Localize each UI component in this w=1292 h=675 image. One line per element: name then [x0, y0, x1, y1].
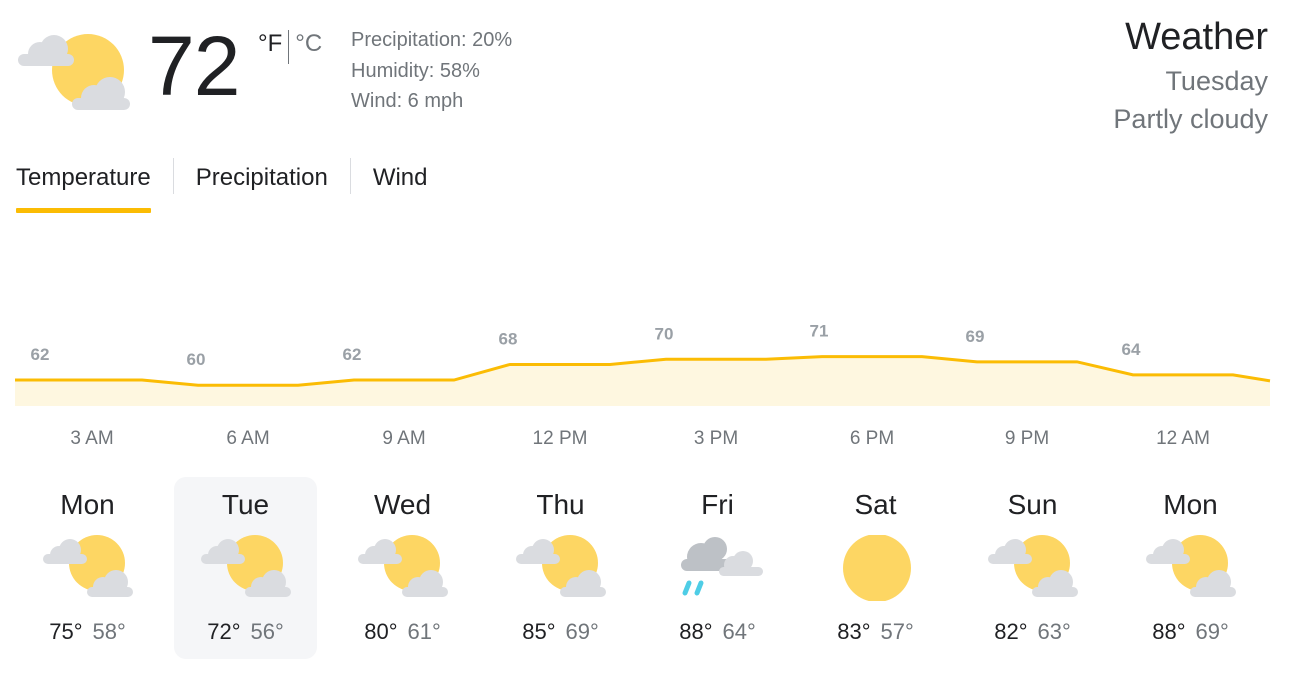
low-temperature: 56°: [250, 619, 284, 644]
tab-wind[interactable]: Wind: [373, 156, 428, 200]
day-card-mon[interactable]: Mon 88° 69°: [1119, 477, 1262, 659]
low-temperature: 63°: [1037, 619, 1071, 644]
chart-value-label: 62: [31, 345, 50, 364]
hour-label: 12 PM: [532, 428, 588, 449]
day-temperatures: 88° 64°: [646, 617, 789, 647]
temperature-chart: 62 60 62 68 70 71 69 64: [15, 322, 1271, 406]
day-temperatures: 75° 58°: [16, 617, 159, 647]
rain-icon: [673, 535, 763, 601]
chart-value-label: 64: [1122, 340, 1141, 359]
low-temperature: 61°: [407, 619, 441, 644]
chart-value-label: 62: [343, 345, 362, 364]
chart-value-label: 60: [187, 350, 206, 369]
day-card-sun[interactable]: Sun 82° 63°: [961, 477, 1104, 659]
chart-value-label: 70: [655, 324, 674, 343]
low-temperature: 69°: [1195, 619, 1229, 644]
high-temperature: 88°: [679, 619, 713, 644]
partly-cloudy-icon: [43, 535, 133, 601]
day-temperatures: 82° 63°: [961, 617, 1104, 647]
day-temperatures: 85° 69°: [489, 617, 632, 647]
current-temperature: 72: [148, 19, 240, 113]
day-name: Thu: [536, 489, 585, 520]
hour-label: 3 PM: [693, 428, 739, 449]
hour-label: 12 AM: [1156, 428, 1210, 449]
widget-title: Weather: [1125, 16, 1268, 58]
day-temperatures: 72° 56°: [174, 617, 317, 647]
chart-tabs: Temperature Precipitation Wind: [16, 156, 428, 214]
chart-value-label: 69: [966, 327, 985, 346]
humidity-detail: Humidity: 58%: [351, 59, 480, 82]
high-temperature: 75°: [49, 619, 83, 644]
low-temperature: 64°: [722, 619, 756, 644]
day-temperatures: 88° 69°: [1119, 617, 1262, 647]
partly-cloudy-icon: [1146, 535, 1236, 601]
day-card-thu[interactable]: Thu 85° 69°: [489, 477, 632, 659]
high-temperature: 72°: [207, 619, 241, 644]
hour-label: 3 AM: [70, 428, 114, 449]
day-name: Wed: [373, 489, 432, 520]
day-card-wed[interactable]: Wed 80° 61°: [331, 477, 474, 659]
day-temperatures: 83° 57°: [804, 617, 947, 647]
sun-icon: [831, 534, 921, 602]
tab-temperature[interactable]: Temperature: [16, 156, 151, 213]
high-temperature: 88°: [1152, 619, 1186, 644]
tab-divider: [172, 158, 174, 194]
partly-cloudy-icon: [358, 535, 448, 601]
day-temperatures: 80° 61°: [331, 617, 474, 647]
hour-label: 9 AM: [382, 428, 426, 449]
low-temperature: 69°: [565, 619, 599, 644]
high-temperature: 82°: [994, 619, 1028, 644]
unit-toggle: °F °C: [258, 28, 322, 64]
day-name: Sun: [1007, 489, 1058, 520]
low-temperature: 58°: [92, 619, 126, 644]
day-card-tue[interactable]: Tue 72° 56°: [174, 477, 317, 659]
high-temperature: 80°: [364, 619, 398, 644]
day-name: Sat: [854, 489, 897, 520]
fahrenheit-unit[interactable]: °F: [258, 28, 282, 60]
day-name: Fri: [701, 489, 734, 520]
day-card-mon[interactable]: Mon 75° 58°: [16, 477, 159, 659]
hour-label: 9 PM: [1004, 428, 1050, 449]
tab-divider: [349, 158, 351, 194]
day-card-sat[interactable]: Sat 83° 57°: [804, 477, 947, 659]
weather-widget: 72 °F °C Precipitation: 20% Humidity: 58…: [0, 0, 1292, 675]
chart-value-label: 71: [810, 322, 829, 341]
precipitation-detail: Precipitation: 20%: [351, 29, 513, 51]
tab-precipitation[interactable]: Precipitation: [196, 156, 328, 200]
header-info: Weather Tuesday Partly cloudy: [1113, 12, 1268, 138]
low-temperature: 57°: [880, 619, 914, 644]
partly-cloudy-icon: [201, 535, 291, 601]
day-name: Mon: [60, 489, 115, 520]
partly-cloudy-icon: [18, 34, 130, 110]
high-temperature: 83°: [837, 619, 871, 644]
day-name: Tue: [221, 489, 270, 520]
chart-value-label: 68: [499, 329, 518, 348]
current-day: Tuesday: [1165, 66, 1268, 96]
high-temperature: 85°: [522, 619, 556, 644]
current-condition: Partly cloudy: [1113, 104, 1268, 134]
day-name: Mon: [1163, 489, 1218, 520]
partly-cloudy-icon: [988, 535, 1078, 601]
unit-divider: [288, 30, 290, 64]
celsius-unit[interactable]: °C: [295, 28, 322, 60]
hour-label: 6 PM: [849, 428, 895, 449]
current-details: Precipitation: 20% Humidity: 58% Wind: 6…: [351, 25, 512, 117]
wind-detail: Wind: 6 mph: [351, 90, 464, 112]
partly-cloudy-icon: [516, 535, 606, 601]
hour-label: 6 AM: [226, 428, 270, 449]
day-card-fri[interactable]: Fri 88° 64°: [646, 477, 789, 659]
